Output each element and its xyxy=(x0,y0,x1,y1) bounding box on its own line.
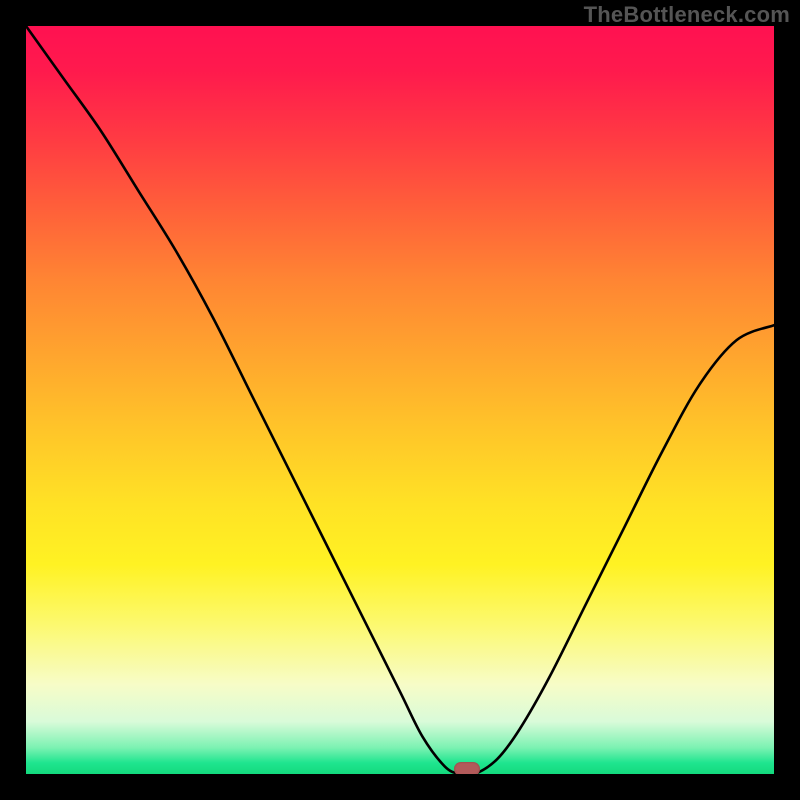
optimum-marker xyxy=(454,762,480,774)
chart-frame: TheBottleneck.com xyxy=(0,0,800,800)
bottleneck-curve xyxy=(26,26,774,774)
plot-area xyxy=(26,26,774,774)
watermark-label: TheBottleneck.com xyxy=(584,2,790,28)
